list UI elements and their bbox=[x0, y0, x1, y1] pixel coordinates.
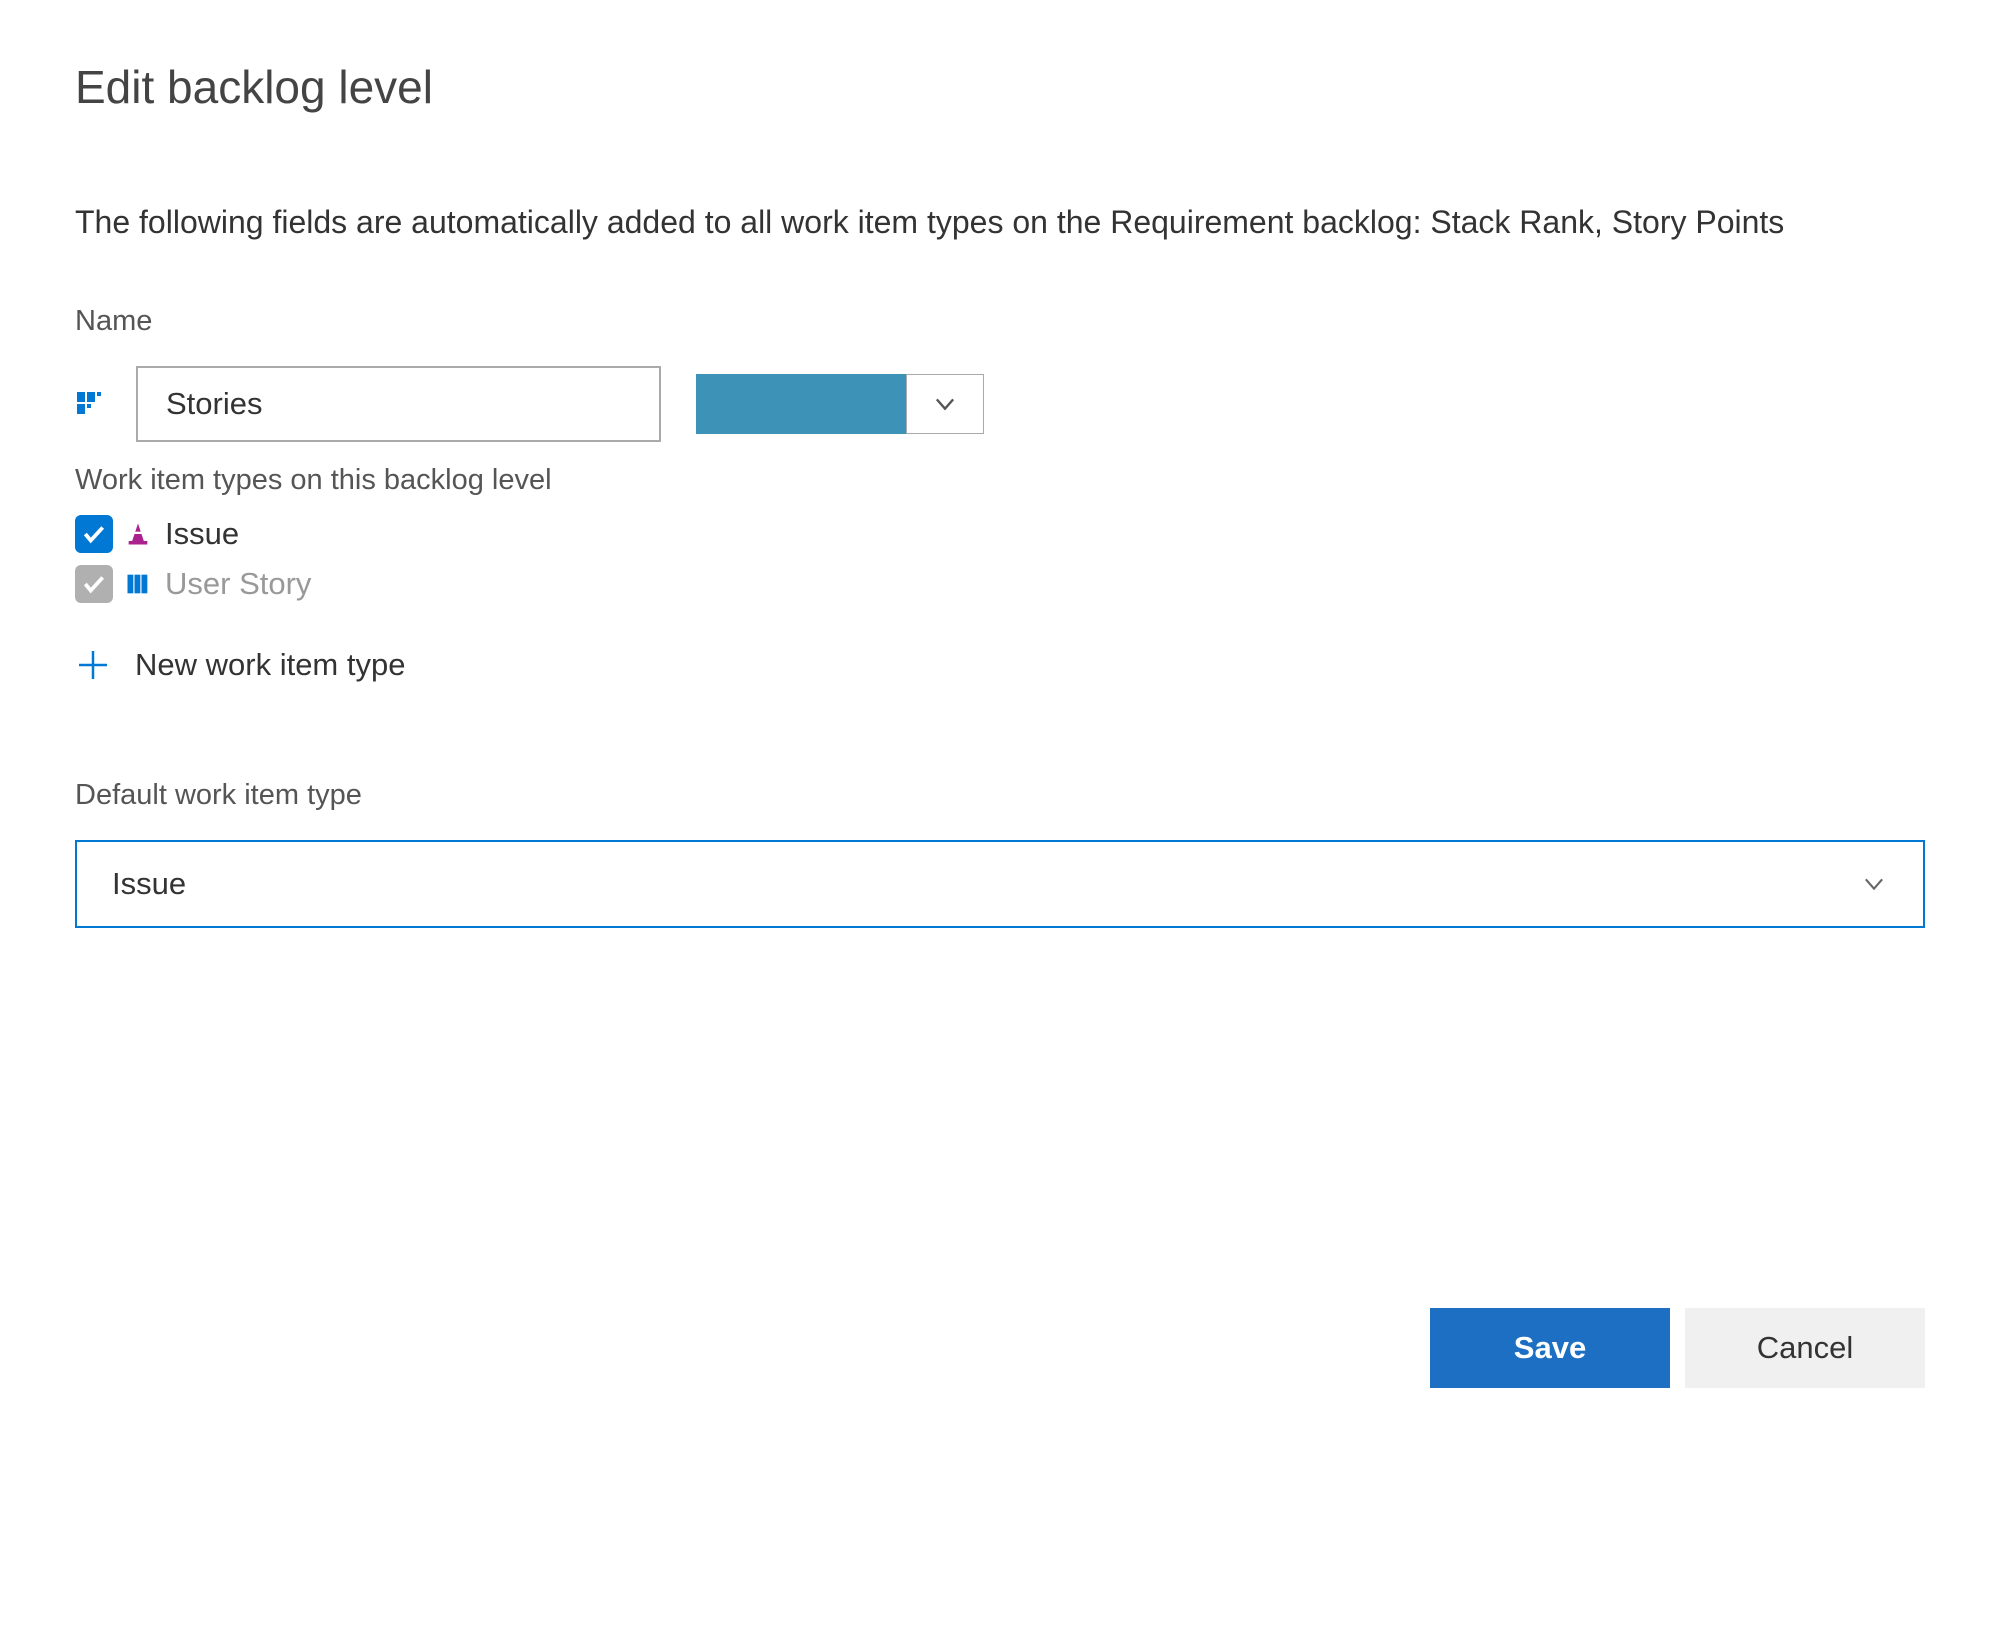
wit-label-issue: Issue bbox=[165, 516, 239, 552]
dialog-title: Edit backlog level bbox=[75, 60, 1925, 114]
dialog-description: The following fields are automatically a… bbox=[75, 199, 1925, 245]
name-label: Name bbox=[75, 305, 1925, 338]
color-swatch[interactable] bbox=[696, 374, 906, 434]
default-wit-dropdown[interactable]: Issue bbox=[75, 840, 1925, 928]
cone-icon bbox=[123, 519, 153, 549]
check-icon bbox=[81, 571, 107, 597]
plus-icon bbox=[75, 647, 111, 683]
default-wit-section: Default work item type Issue bbox=[75, 779, 1925, 928]
name-input[interactable] bbox=[136, 366, 661, 442]
color-dropdown-button[interactable] bbox=[906, 374, 984, 434]
wit-list: Issue User Story New work item type bbox=[75, 509, 1925, 691]
wit-label-user-story: User Story bbox=[165, 566, 311, 602]
save-button[interactable]: Save bbox=[1430, 1308, 1670, 1388]
chevron-down-icon bbox=[1860, 870, 1888, 898]
new-wit-label: New work item type bbox=[135, 647, 405, 683]
name-row bbox=[75, 366, 1925, 442]
book-icon bbox=[123, 569, 153, 599]
check-icon bbox=[81, 521, 107, 547]
new-work-item-type-button[interactable]: New work item type bbox=[75, 639, 1925, 691]
wit-row-user-story: User Story bbox=[75, 559, 1925, 609]
button-row: Save Cancel bbox=[75, 1308, 1925, 1388]
default-wit-label: Default work item type bbox=[75, 779, 1925, 812]
wit-checkbox-user-story bbox=[75, 565, 113, 603]
wit-section-label: Work item types on this backlog level bbox=[75, 464, 1925, 497]
wit-row-issue: Issue bbox=[75, 509, 1925, 559]
color-picker[interactable] bbox=[696, 374, 984, 434]
backlog-level-icon bbox=[75, 386, 111, 422]
chevron-down-icon bbox=[931, 390, 959, 418]
default-wit-selected: Issue bbox=[112, 866, 186, 902]
cancel-button[interactable]: Cancel bbox=[1685, 1308, 1925, 1388]
wit-checkbox-issue[interactable] bbox=[75, 515, 113, 553]
